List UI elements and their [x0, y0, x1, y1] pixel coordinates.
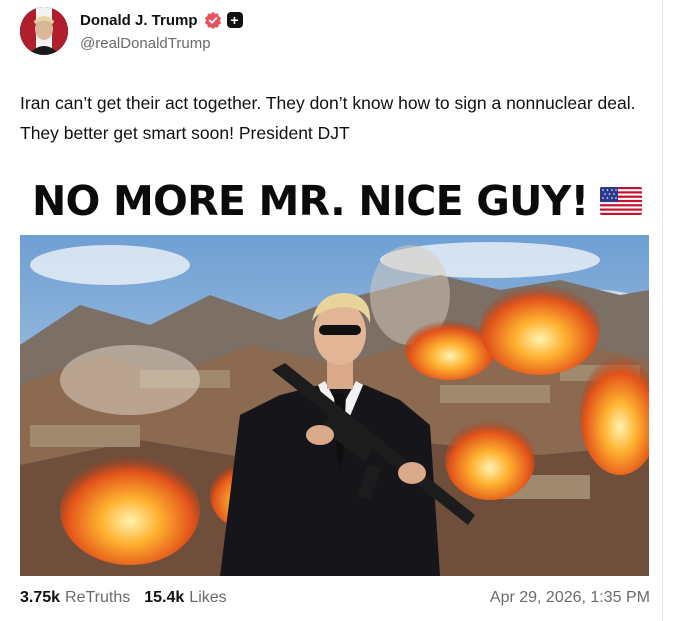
post-timestamp[interactable]: Apr 29, 2026, 1:35 PM	[490, 589, 650, 607]
likes-label: Likes	[189, 589, 227, 606]
retruths-label: ReTruths	[65, 589, 131, 606]
image-headline-text: NO MORE MR. NICE GUY!	[32, 177, 589, 225]
author-handle[interactable]: @realDonaldTrump	[80, 35, 211, 52]
avatar[interactable]	[20, 7, 68, 55]
author-name-row: Donald J. Trump +	[80, 10, 243, 30]
avatar-portrait-icon	[20, 7, 68, 55]
us-flag-icon	[600, 187, 643, 215]
likes-count: 15.4k	[144, 589, 185, 606]
post-image-illustration	[20, 235, 649, 576]
image-headline: NO MORE MR. NICE GUY!	[32, 175, 643, 227]
plus-badge-icon: +	[226, 12, 243, 28]
post-text: Iran can’t get their act together. They …	[20, 93, 636, 143]
panel-divider	[662, 0, 663, 621]
retruths-count: 3.75k	[20, 589, 61, 606]
likes-stat[interactable]: 15.4k Likes	[144, 589, 226, 607]
retruths-stat[interactable]: 3.75k ReTruths	[20, 589, 130, 607]
post-stats: 3.75k ReTruths 15.4k Likes	[20, 589, 241, 607]
verified-badge-icon	[204, 11, 221, 29]
author-display-name[interactable]: Donald J. Trump	[80, 12, 198, 29]
post-image[interactable]	[20, 235, 649, 576]
